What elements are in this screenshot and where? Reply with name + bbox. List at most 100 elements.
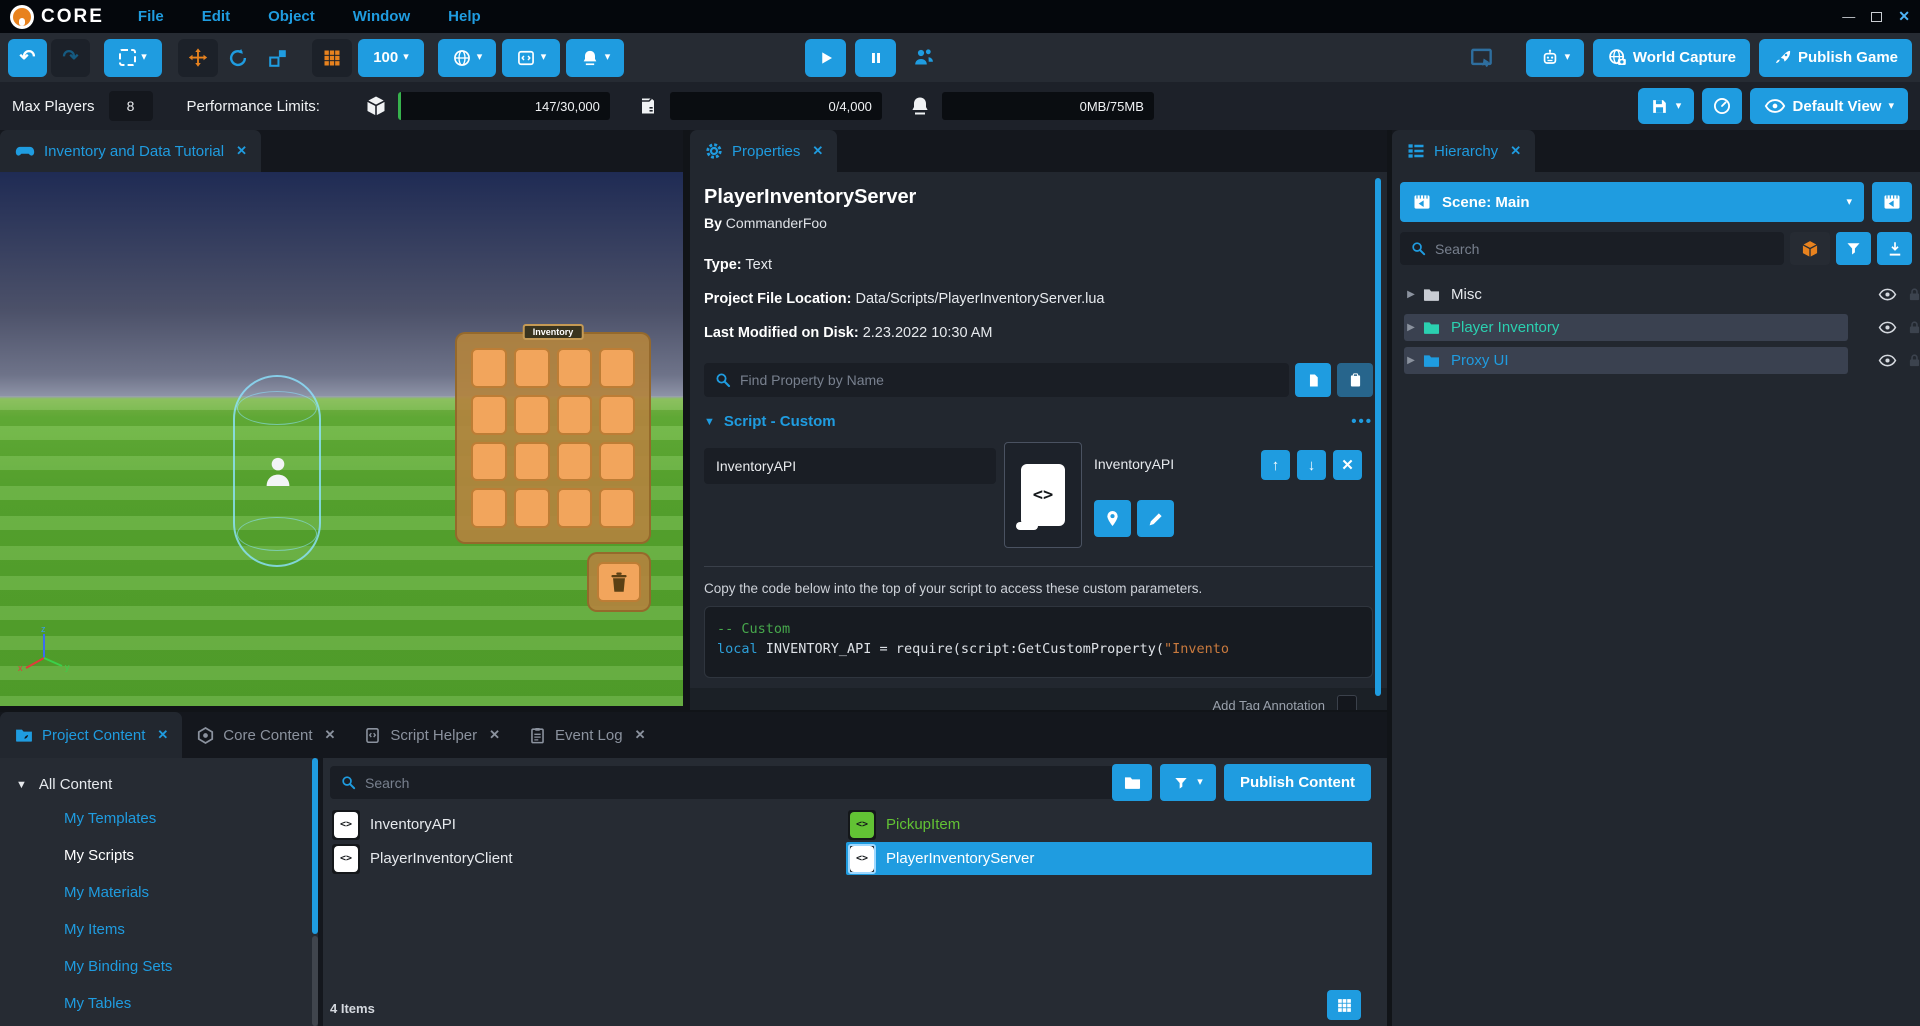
- window-maximize-icon[interactable]: [1871, 12, 1882, 22]
- scene-settings-button[interactable]: [1872, 182, 1912, 222]
- performance-gauge-button[interactable]: [1702, 88, 1742, 124]
- hierarchy-item-misc[interactable]: ▶ Misc: [1400, 281, 1912, 308]
- hierarchy-item-proxy-ui[interactable]: ▶ Proxy UI: [1400, 347, 1912, 374]
- terrain-package-icon: [636, 94, 660, 118]
- tree-item-my-tables[interactable]: My Tables: [0, 995, 312, 1015]
- hierarchy-search-input[interactable]: [1435, 241, 1774, 257]
- edit-script-button[interactable]: [1137, 500, 1174, 537]
- undo-icon: ↶: [20, 46, 36, 69]
- find-asset-button[interactable]: [1094, 500, 1131, 537]
- bot-tools-dropdown[interactable]: ▾: [1526, 39, 1584, 77]
- script-asset-thumbnail[interactable]: <>: [1004, 442, 1082, 548]
- content-search-input[interactable]: [365, 775, 1120, 791]
- window-minimize-icon[interactable]: —: [1842, 10, 1855, 23]
- tab-event-log[interactable]: Event Log ✕: [514, 712, 659, 758]
- content-filter-dropdown[interactable]: ▾: [1160, 764, 1216, 801]
- visibility-eye-icon[interactable]: [1878, 351, 1897, 370]
- rotate-tool-button[interactable]: [218, 39, 258, 77]
- script-custom-section-header[interactable]: ▼ Script - Custom •••: [704, 413, 1373, 430]
- expand-icon[interactable]: ▶: [1400, 355, 1422, 366]
- world-capture-button[interactable]: World Capture: [1593, 39, 1750, 77]
- remove-property-button[interactable]: ✕: [1333, 450, 1362, 480]
- tab-close-icon[interactable]: ✕: [157, 727, 168, 743]
- menu-edit[interactable]: Edit: [202, 8, 230, 25]
- grid-snap-button[interactable]: [312, 39, 352, 77]
- content-item-pickupitem[interactable]: <> PickupItem: [846, 808, 1372, 841]
- tab-hierarchy[interactable]: Hierarchy ✕: [1392, 130, 1535, 172]
- tab-close-icon[interactable]: ✕: [325, 727, 336, 743]
- tree-item-my-items[interactable]: My Items: [0, 921, 312, 941]
- move-property-up-button[interactable]: ↑: [1261, 450, 1290, 480]
- inventory-ui-title: Inventory: [523, 324, 584, 340]
- publish-content-button[interactable]: Publish Content: [1224, 764, 1371, 801]
- scale-tool-button[interactable]: [258, 39, 298, 77]
- max-players-input[interactable]: [109, 91, 153, 121]
- tab-close-icon[interactable]: ✕: [489, 727, 500, 743]
- hierarchy-item-player-inventory[interactable]: ▶ Player Inventory: [1400, 314, 1912, 341]
- view-mode-dropdown[interactable]: ▾: [438, 39, 496, 77]
- hierarchy-filter-button[interactable]: [1836, 232, 1871, 265]
- grid-size-dropdown[interactable]: 100 ▾: [358, 39, 424, 77]
- grid-view-button[interactable]: [1327, 990, 1361, 1020]
- properties-tab-label: Properties: [732, 143, 800, 160]
- lock-icon[interactable]: [1906, 286, 1920, 304]
- default-view-dropdown[interactable]: Default View ▾: [1750, 88, 1908, 124]
- paste-properties-button[interactable]: [1337, 363, 1373, 397]
- redo-button[interactable]: ↷: [51, 39, 90, 77]
- content-item-playerinventoryclient[interactable]: <> PlayerInventoryClient: [330, 842, 846, 875]
- multiplayer-preview-button[interactable]: [905, 39, 943, 77]
- tab-viewport[interactable]: Inventory and Data Tutorial ✕: [0, 130, 261, 172]
- expand-icon[interactable]: ▶: [1400, 322, 1422, 333]
- menu-file[interactable]: File: [138, 8, 164, 25]
- 3d-viewport[interactable]: Inventory z x y: [0, 172, 683, 706]
- undo-button[interactable]: ↶: [8, 39, 47, 77]
- custom-property-name-input[interactable]: [704, 448, 996, 484]
- tab-properties[interactable]: Properties ✕: [690, 130, 837, 172]
- copy-properties-button[interactable]: [1295, 363, 1331, 397]
- content-item-playerinventoryserver[interactable]: <> PlayerInventoryServer: [846, 842, 1372, 875]
- scene-selector-dropdown[interactable]: Scene: Main ▾: [1400, 182, 1864, 222]
- publish-game-button[interactable]: Publish Game: [1759, 39, 1912, 77]
- tree-item-my-scripts[interactable]: My Scripts: [0, 847, 312, 867]
- lock-icon[interactable]: [1906, 319, 1920, 337]
- collapse-all-icon: [1886, 240, 1904, 258]
- properties-tab-close-icon[interactable]: ✕: [812, 143, 823, 159]
- menu-window[interactable]: Window: [353, 8, 410, 25]
- play-button[interactable]: [805, 39, 846, 77]
- viewport-tab-close-icon[interactable]: ✕: [236, 143, 247, 159]
- tree-item-my-binding-sets[interactable]: My Binding Sets: [0, 958, 312, 978]
- tab-close-icon[interactable]: ✕: [635, 727, 646, 743]
- pause-button[interactable]: [855, 39, 896, 77]
- player-capsule-placeholder[interactable]: [233, 375, 321, 567]
- selection-mode-dropdown[interactable]: ▾: [104, 39, 162, 77]
- move-tool-button[interactable]: [178, 39, 218, 77]
- add-tag-checkbox[interactable]: [1337, 695, 1357, 710]
- lock-icon[interactable]: [1906, 352, 1920, 370]
- expand-icon[interactable]: ▶: [1400, 289, 1422, 300]
- menu-help[interactable]: Help: [448, 8, 481, 25]
- menu-object[interactable]: Object: [268, 8, 315, 25]
- tree-item-my-materials[interactable]: My Materials: [0, 884, 312, 904]
- tree-item-my-templates[interactable]: My Templates: [0, 810, 312, 830]
- tree-item-all-content[interactable]: ▼ All Content: [0, 758, 312, 793]
- visibility-eye-icon[interactable]: [1878, 285, 1897, 304]
- robot-icon: [1540, 48, 1560, 68]
- find-property-input[interactable]: [740, 372, 1279, 388]
- detach-viewport-icon[interactable]: [1469, 45, 1495, 71]
- gizmo-visibility-dropdown[interactable]: ▾: [566, 39, 624, 77]
- section-more-icon[interactable]: •••: [1351, 413, 1373, 430]
- window-close-icon[interactable]: ✕: [1898, 8, 1910, 25]
- save-dropdown[interactable]: ▾: [1638, 88, 1694, 124]
- group-objects-button[interactable]: [1790, 232, 1830, 265]
- open-folder-button[interactable]: [1112, 764, 1152, 801]
- tab-script-helper[interactable]: Script Helper ✕: [349, 712, 514, 758]
- properties-scrollbar[interactable]: [1375, 178, 1381, 696]
- move-property-down-button[interactable]: ↓: [1297, 450, 1326, 480]
- tab-project-content[interactable]: Project Content ✕: [0, 712, 182, 758]
- collapse-all-button[interactable]: [1877, 232, 1912, 265]
- content-item-inventoryapi[interactable]: <> InventoryAPI: [330, 808, 846, 841]
- hierarchy-tab-close-icon[interactable]: ✕: [1510, 143, 1521, 159]
- ui-mode-dropdown[interactable]: ▾: [502, 39, 560, 77]
- visibility-eye-icon[interactable]: [1878, 318, 1897, 337]
- tab-core-content[interactable]: Core Content ✕: [182, 712, 349, 758]
